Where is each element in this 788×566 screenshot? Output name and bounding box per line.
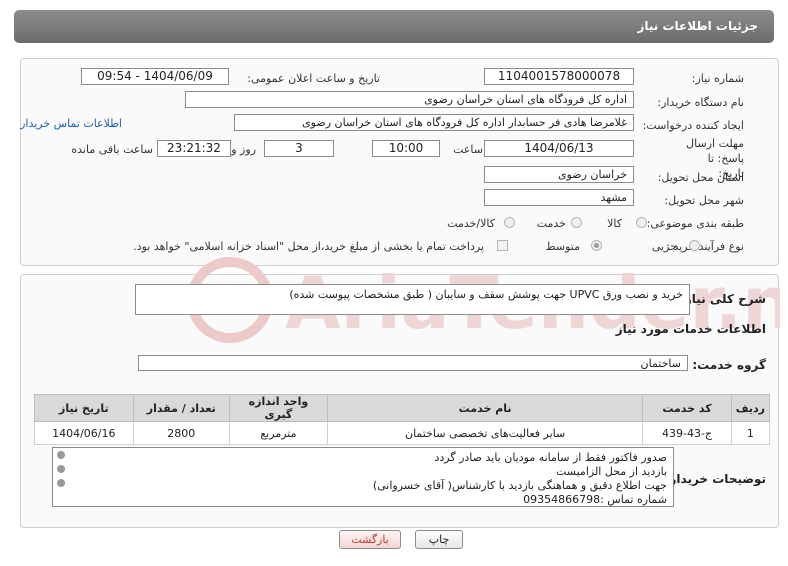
buyer-org-field: اداره کل فرودگاه های استان خراسان رضوی bbox=[185, 91, 634, 108]
days-label: روز و bbox=[231, 143, 256, 156]
creator-field: غلامرضا هادی فر حسابدار اداره کل فرودگاه… bbox=[234, 114, 634, 131]
province-label: استان محل تحویل: bbox=[657, 171, 744, 184]
days-field: 3 bbox=[264, 140, 334, 157]
buyer-contact-link[interactable]: اطلاعات تماس خریدار bbox=[20, 117, 122, 130]
cell-qty: 2800 bbox=[132, 421, 230, 445]
creator-label: ایجاد کننده درخواست: bbox=[642, 119, 744, 132]
deadline-time-field: 10:00 bbox=[372, 140, 440, 157]
city-field: مشهد bbox=[484, 189, 634, 206]
summary-label: شرح کلی نیاز: bbox=[680, 292, 766, 306]
col-unit: واحد اندازه گیری bbox=[228, 394, 329, 422]
treasury-payment-checkbox[interactable] bbox=[497, 240, 508, 251]
services-section-title: اطلاعات خدمات مورد نیاز bbox=[615, 322, 766, 336]
buyer-org-label: نام دستگاه خریدار: bbox=[657, 96, 744, 109]
notes-label: توضیحات خریدار: bbox=[664, 472, 766, 486]
cell-date: 1404/06/16 bbox=[34, 421, 134, 445]
announce-label: تاریخ و ساعت اعلان عمومی: bbox=[247, 72, 380, 85]
notes-line: صدور فاکتور فقط از سامانه مودیان باید صا… bbox=[434, 451, 668, 464]
page-header: جزئیات اطلاعات نیاز bbox=[14, 10, 774, 43]
deadline-date-field: 1404/06/13 bbox=[484, 140, 634, 157]
category-radio-goods[interactable] bbox=[636, 217, 647, 228]
notes-line: جهت اطلاع دقیق و هماهنگی بازدید با کارشن… bbox=[372, 479, 667, 492]
process-option-minor: جزیی bbox=[651, 240, 677, 253]
back-button[interactable]: بازگشت bbox=[339, 530, 401, 549]
treasury-payment-note: پرداخت تمام یا بخشی از مبلغ خرید،از محل … bbox=[133, 240, 484, 253]
cell-name: سایر فعالیت‌های تخصصی ساختمان bbox=[327, 421, 644, 445]
category-label: طبقه بندی موضوعی: bbox=[646, 217, 744, 230]
service-group-field: ساختمان bbox=[138, 355, 688, 371]
category-option-goods-service: کالا/خدمت bbox=[447, 217, 495, 230]
col-row: ردیف bbox=[730, 394, 771, 422]
category-option-service: خدمت bbox=[536, 217, 566, 230]
remaining-label: ساعت باقی مانده bbox=[71, 143, 153, 156]
cell-row: 1 bbox=[730, 421, 771, 445]
notes-line: بازدید از محل الزامیست bbox=[556, 465, 667, 478]
category-radio-service[interactable] bbox=[571, 217, 582, 228]
info-panel bbox=[20, 58, 779, 266]
process-radio-medium[interactable] bbox=[591, 240, 602, 251]
scroll-indicator-icon bbox=[57, 479, 65, 487]
announce-field: 1404/06/09 - 09:54 bbox=[81, 68, 229, 85]
summary-field: خرید و نصب ورق UPVC جهت پوشش سقف و سایبا… bbox=[135, 284, 690, 315]
need-number-field: 1104001578000078 bbox=[484, 68, 634, 85]
cell-code: ج-43-439 bbox=[642, 421, 732, 445]
page-title: جزئیات اطلاعات نیاز bbox=[637, 19, 758, 33]
scroll-indicator-icon bbox=[57, 465, 65, 473]
notes-line: شماره تماس :09354866798 bbox=[523, 493, 667, 506]
process-radio-minor[interactable] bbox=[689, 240, 700, 251]
province-field: خراسان رضوی bbox=[484, 166, 634, 183]
process-label: نوع فرآیند خرید : bbox=[666, 240, 744, 253]
notes-field[interactable]: صدور فاکتور فقط از سامانه مودیان باید صا… bbox=[52, 447, 674, 507]
table-header-row: ردیف کد خدمت نام خدمت واحد اندازه گیری ت… bbox=[34, 394, 771, 422]
scroll-indicator-icon bbox=[57, 451, 65, 459]
table-row: 1 ج-43-439 سایر فعالیت‌های تخصصی ساختمان… bbox=[34, 421, 771, 445]
remaining-time-field: 23:21:32 bbox=[157, 140, 231, 157]
deadline-time-label: ساعت bbox=[453, 143, 483, 156]
cell-unit: مترمربع bbox=[228, 421, 329, 445]
city-label: شهر محل تحویل: bbox=[664, 194, 744, 207]
col-code: کد خدمت bbox=[642, 394, 732, 422]
col-date: تاریخ نیاز bbox=[34, 394, 134, 422]
print-button[interactable]: چاپ bbox=[415, 530, 463, 549]
need-number-label: شماره نیاز: bbox=[691, 72, 744, 85]
col-qty: تعداد / مقدار bbox=[132, 394, 230, 422]
category-radio-goods-service[interactable] bbox=[504, 217, 515, 228]
services-table: ردیف کد خدمت نام خدمت واحد اندازه گیری ت… bbox=[34, 394, 771, 445]
process-option-medium: متوسط bbox=[545, 240, 580, 253]
category-option-goods: کالا bbox=[607, 217, 622, 230]
service-group-label: گروه خدمت: bbox=[692, 358, 766, 372]
col-name: نام خدمت bbox=[327, 394, 644, 422]
